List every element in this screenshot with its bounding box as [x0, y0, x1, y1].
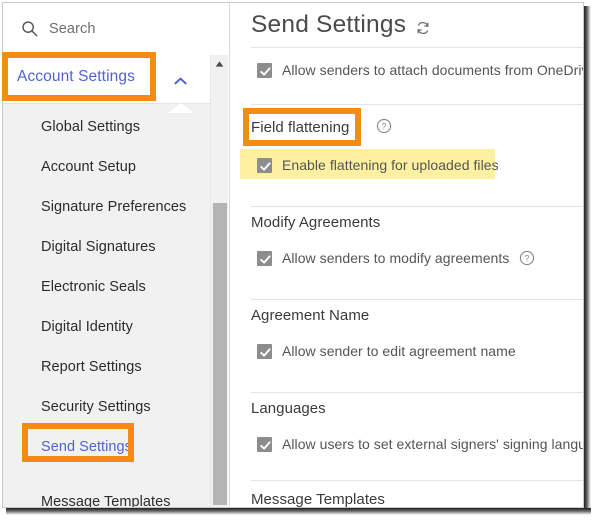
sidebar-scrollbar-thumb[interactable] [213, 203, 227, 505]
svg-text:?: ? [382, 121, 387, 131]
sidebar-subitem-list: Global Settings Account Setup Signature … [3, 103, 210, 508]
section-heading-field-flattening: Field flattening [251, 119, 350, 136]
sidebar-item-label: Global Settings [41, 119, 141, 135]
option-label: Allow sender to edit agreement name [282, 343, 516, 359]
app-window: Search Account Settings Global Settings … [2, 2, 584, 508]
sidebar-item-digital-signatures[interactable]: Digital Signatures [3, 227, 210, 267]
sidebar-item-label: Electronic Seals [41, 279, 146, 295]
screenshot-root: Search Account Settings Global Settings … [0, 0, 597, 521]
checkbox-checked-icon[interactable] [257, 157, 272, 173]
sidebar-item-label: Report Settings [41, 359, 142, 375]
section-rule [251, 299, 583, 300]
section-rule [251, 480, 583, 481]
option-label: Allow senders to modify agreements [282, 250, 510, 266]
sidebar-divider [229, 3, 230, 507]
sidebar-group-account-settings[interactable]: Account Settings [3, 55, 210, 103]
window-shadow-right [584, 6, 591, 512]
option-label: Allow senders to attach documents from O… [282, 62, 584, 78]
sidebar-item-label: Account Setup [41, 159, 136, 175]
sidebar-item-send-settings[interactable]: Send Settings [3, 427, 210, 467]
refresh-icon[interactable] [415, 20, 431, 36]
sidebar-item-signature-preferences[interactable]: Signature Preferences [3, 187, 210, 227]
sidebar-group-label: Account Settings [17, 68, 135, 85]
search-icon [21, 20, 38, 37]
option-label: Enable flattening for uploaded files [282, 157, 499, 173]
window-shadow-bottom [6, 508, 591, 515]
option-modify-agreements[interactable]: Allow senders to modify agreements ? [257, 248, 535, 268]
sidebar-item-label: Signature Preferences [41, 199, 187, 215]
section-heading-agreement-name: Agreement Name [251, 307, 370, 324]
sidebar-item-label: Security Settings [41, 399, 151, 415]
checkbox-checked-icon[interactable] [257, 343, 272, 359]
option-label: Allow users to set external signers' sig… [282, 436, 584, 452]
option-edit-agreement-name[interactable]: Allow sender to edit agreement name [257, 341, 516, 361]
section-heading-message-templates: Message Templates [251, 491, 385, 508]
section-rule [251, 104, 583, 105]
checkbox-checked-icon[interactable] [257, 62, 272, 78]
sidebar-item-account-setup[interactable]: Account Setup [3, 147, 210, 187]
option-external-signing-language[interactable]: Allow users to set external signers' sig… [257, 434, 584, 454]
sidebar-item-electronic-seals[interactable]: Electronic Seals [3, 267, 210, 307]
search-field[interactable]: Search [3, 3, 210, 55]
option-attach-onedrive[interactable]: Allow senders to attach documents from O… [257, 60, 584, 80]
help-icon[interactable]: ? [519, 250, 535, 266]
sidebar-item-global-settings[interactable]: Global Settings [3, 107, 210, 147]
checkbox-checked-icon[interactable] [257, 250, 272, 266]
page-title: Send Settings [251, 11, 407, 38]
help-icon[interactable]: ? [376, 118, 392, 134]
sidebar-item-label: Digital Signatures [41, 239, 156, 255]
sidebar-item-label: Send Settings [41, 439, 132, 455]
page-title-row: Send Settings [251, 5, 431, 45]
checkbox-checked-icon[interactable] [257, 436, 272, 452]
caret-up-icon[interactable] [211, 55, 228, 72]
sidebar-item-label: Message Templates [41, 494, 171, 508]
section-heading-modify-agreements: Modify Agreements [251, 214, 381, 231]
sidebar-group-notch [168, 103, 194, 113]
settings-sidebar: Search Account Settings Global Settings … [3, 3, 231, 508]
chevron-up-icon[interactable] [173, 73, 188, 85]
sidebar-item-message-templates[interactable]: Message Templates [3, 482, 210, 508]
sidebar-item-security-settings[interactable]: Security Settings [3, 387, 210, 427]
option-enable-flattening[interactable]: Enable flattening for uploaded files [257, 155, 499, 175]
search-placeholder: Search [49, 20, 96, 37]
sidebar-item-label: Digital Identity [41, 319, 133, 335]
section-rule [251, 206, 583, 207]
sidebar-scrollbar[interactable] [210, 55, 228, 507]
sidebar-item-report-settings[interactable]: Report Settings [3, 347, 210, 387]
section-heading-languages: Languages [251, 400, 326, 417]
section-rule [251, 392, 583, 393]
section-rule [251, 47, 583, 48]
settings-content-panel: Send Settings Allow senders to attach do… [232, 3, 584, 508]
sidebar-item-digital-identity[interactable]: Digital Identity [3, 307, 210, 347]
svg-text:?: ? [525, 253, 530, 263]
